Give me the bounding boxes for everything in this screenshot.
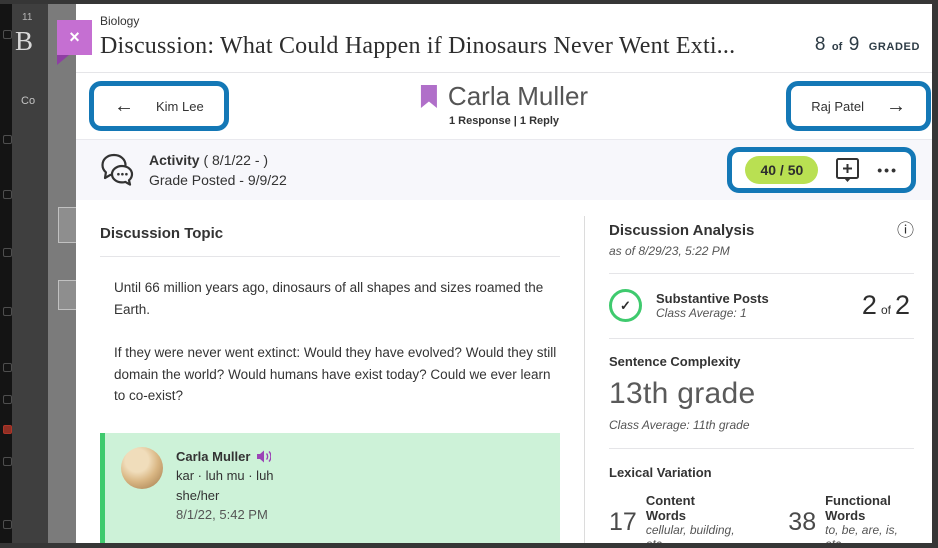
sentence-class-average: Class Average: 11th grade <box>609 418 914 432</box>
lexical-variation-label: Lexical Variation <box>609 465 914 480</box>
functional-words-examples: to, be, are, is, etc. <box>825 523 914 543</box>
next-student-button[interactable]: Raj Patel → <box>786 81 931 131</box>
background-box <box>58 207 76 243</box>
grade-posted-date: Grade Posted - 9/9/22 <box>149 170 287 190</box>
discussion-activity-icon <box>100 153 137 188</box>
graded-label: GRADED <box>869 41 920 53</box>
content-words-stat: 17 Content Words cellular, building, etc… <box>609 493 736 543</box>
pronunciation: kar · luh mu · luh <box>176 466 274 486</box>
substantive-class-average: Class Average: 1 <box>656 306 769 320</box>
substantive-posts-label: Substantive Posts <box>656 291 769 306</box>
substantive-posts-row: ✓ Substantive Posts Class Average: 1 2of… <box>609 274 914 338</box>
dimmed-page-background: 11 B Co <box>12 4 48 543</box>
sentence-complexity-section: Sentence Complexity 13th grade Class Ave… <box>609 339 914 448</box>
functional-words-value: 38 <box>788 508 816 537</box>
sentence-complexity-label: Sentence Complexity <box>609 354 914 369</box>
activity-label: Activity <box>149 152 200 168</box>
topic-paragraph: Until 66 million years ago, dinosaurs of… <box>114 277 560 320</box>
previous-student-name: Kim Lee <box>156 99 204 114</box>
activity-text: Activity ( 8/1/22 - ) Grade Posted - 9/9… <box>149 150 287 191</box>
analysis-as-of: as of 8/29/23, 5:22 PM <box>609 244 914 258</box>
panel-header: Biology Discussion: What Could Happen if… <box>76 4 932 72</box>
more-options-menu-icon[interactable]: ••• <box>877 162 898 178</box>
graded-total: 9 <box>849 34 860 55</box>
content-words-value: 17 <box>609 508 637 537</box>
grade-pill[interactable]: 40 / 50 <box>745 156 818 184</box>
bookmark-icon[interactable] <box>420 85 438 109</box>
page-title: Discussion: What Could Happen if Dinosau… <box>100 33 735 60</box>
close-button[interactable]: × <box>57 20 92 55</box>
response-author: Carla Muller <box>176 447 250 467</box>
response-body: With a preponderance of dinosaurs remain… <box>121 538 544 543</box>
close-icon: × <box>69 27 80 48</box>
background-text: B <box>15 26 33 57</box>
add-feedback-icon[interactable] <box>835 157 860 184</box>
courses-icon[interactable] <box>3 307 12 316</box>
avatar <box>121 447 163 489</box>
arrow-right-icon: → <box>886 95 906 118</box>
substantive-total: 2 <box>895 290 910 320</box>
arrow-left-icon: ← <box>114 95 134 118</box>
nav-rail-icon[interactable] <box>3 30 12 39</box>
current-student-name: Carla Muller <box>448 81 588 112</box>
content-words-examples: cellular, building, etc. <box>646 523 736 543</box>
substantive-value: 2 <box>862 290 877 320</box>
calendar-icon[interactable] <box>3 395 12 404</box>
profile-icon[interactable] <box>3 190 12 199</box>
divider <box>100 256 560 257</box>
substantive-of: of <box>877 303 895 317</box>
previous-student-button[interactable]: ← Kim Lee <box>89 81 229 131</box>
student-nav-row: ← Kim Lee Carla Muller 1 Response | 1 Re… <box>76 73 932 139</box>
topic-paragraph: If they were never went extinct: Would t… <box>114 342 560 407</box>
graded-of: of <box>830 41 844 53</box>
dimmed-page-overlay <box>48 4 76 543</box>
activity-dates: ( 8/1/22 - ) <box>200 152 268 168</box>
tools-icon[interactable] <box>3 520 12 529</box>
background-box <box>58 280 76 310</box>
discussion-topic-heading: Discussion Topic <box>100 225 560 242</box>
functional-words-stat: 38 Functional Words to, be, are, is, etc… <box>788 493 914 543</box>
main-content: Discussion Topic Until 66 million years … <box>76 200 932 543</box>
breadcrumb: Biology <box>100 14 922 28</box>
background-text: Co <box>21 95 35 107</box>
activity-row: Activity ( 8/1/22 - ) Grade Posted - 9/9… <box>76 139 932 200</box>
base-navigation-rail <box>0 4 12 543</box>
analysis-heading: Discussion Analysis <box>609 222 754 239</box>
discussion-analysis-panel: Discussion Analysis ⓘ as of 8/29/23, 5:2… <box>585 200 932 543</box>
institution-icon[interactable] <box>3 135 12 144</box>
grade-controls: 40 / 50 ••• <box>727 147 916 193</box>
pronunciation-audio-icon[interactable] <box>256 450 271 463</box>
messages-badge-icon[interactable] <box>3 425 12 434</box>
organizations-icon[interactable] <box>3 363 12 372</box>
app-window: 11 B Co × Biology Discussion: What Could… <box>0 0 938 548</box>
graded-current: 8 <box>815 34 826 55</box>
substantive-score: 2of2 <box>862 290 914 321</box>
background-text: 11 <box>22 12 32 23</box>
next-student-name: Raj Patel <box>811 99 864 114</box>
check-icon: ✓ <box>620 298 631 314</box>
sentence-complexity-value: 13th grade <box>609 377 914 411</box>
content-words-label: Content Words <box>646 493 736 523</box>
graded-progress: 8 of 9 GRADED <box>805 28 922 56</box>
activity-stream-icon[interactable] <box>3 248 12 257</box>
grades-icon[interactable] <box>3 457 12 466</box>
current-student-block: Carla Muller 1 Response | 1 Reply <box>420 81 588 127</box>
functional-words-label: Functional Words <box>825 493 914 523</box>
lexical-variation-section: Lexical Variation 17 Content Words cellu… <box>609 449 914 543</box>
pronouns: she/her <box>176 486 274 506</box>
student-response-card: Carla Muller kar · luh mu · luh she/her … <box>100 433 560 543</box>
checkmark-circle-icon: ✓ <box>609 289 642 322</box>
grading-panel: Biology Discussion: What Could Happen if… <box>76 4 932 543</box>
info-icon[interactable]: ⓘ <box>897 222 914 239</box>
response-timestamp: 8/1/22, 5:42 PM <box>176 505 274 525</box>
response-summary: 1 Response | 1 Reply <box>420 115 588 127</box>
discussion-column: Discussion Topic Until 66 million years … <box>76 200 584 543</box>
